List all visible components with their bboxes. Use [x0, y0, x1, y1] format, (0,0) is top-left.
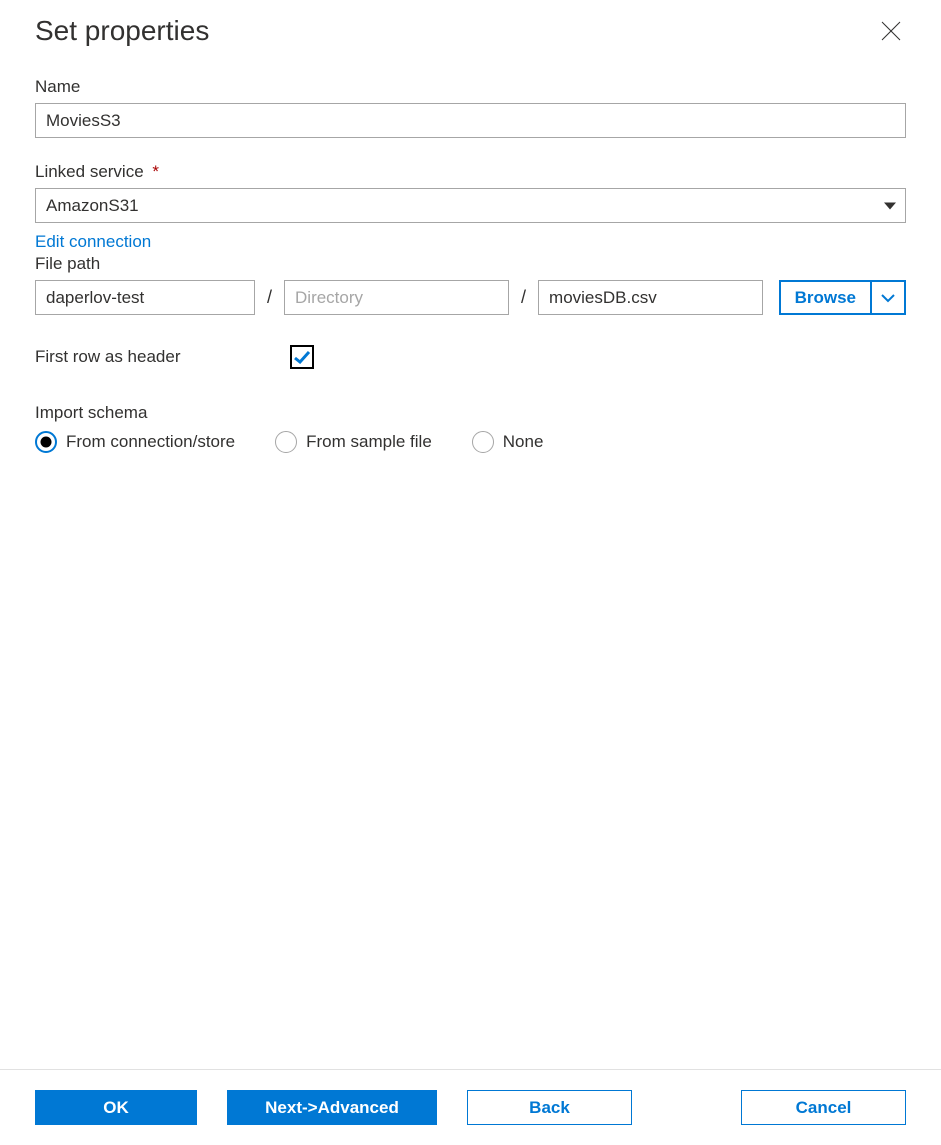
import-schema-radio-none[interactable]: None [472, 431, 544, 453]
import-schema-field: Import schema From connection/store From… [35, 403, 906, 453]
required-star-icon: * [152, 162, 159, 181]
back-button[interactable]: Back [467, 1090, 632, 1125]
file-path-label: File path [35, 254, 906, 274]
first-row-as-header-label: First row as header [35, 347, 290, 367]
radio-icon [472, 431, 494, 453]
checkmark-icon [294, 350, 310, 364]
close-button[interactable] [876, 16, 906, 46]
edit-connection-link[interactable]: Edit connection [35, 232, 151, 252]
footer-bar: OK Next->Advanced Back Cancel [0, 1069, 941, 1145]
linked-service-select[interactable] [35, 188, 906, 223]
file-path-file-input[interactable] [538, 280, 763, 315]
radio-label: From connection/store [66, 432, 235, 452]
page-title: Set properties [35, 15, 209, 47]
radio-icon [275, 431, 297, 453]
radio-label: None [503, 432, 544, 452]
next-advanced-button[interactable]: Next->Advanced [227, 1090, 437, 1125]
import-schema-radio-connection[interactable]: From connection/store [35, 431, 235, 453]
path-separator: / [267, 287, 272, 308]
first-row-as-header-field: First row as header [35, 345, 906, 369]
path-separator: / [521, 287, 526, 308]
linked-service-label-text: Linked service [35, 162, 144, 181]
name-input[interactable] [35, 103, 906, 138]
close-icon [880, 20, 902, 42]
name-label: Name [35, 77, 906, 97]
name-field: Name [35, 77, 906, 138]
panel-header: Set properties [35, 15, 906, 47]
import-schema-label: Import schema [35, 403, 906, 423]
linked-service-select-wrap [35, 188, 906, 223]
set-properties-panel: Set properties Name Linked service * Edi… [0, 0, 941, 1069]
linked-service-label: Linked service * [35, 162, 906, 182]
browse-button[interactable]: Browse [779, 280, 872, 315]
ok-button[interactable]: OK [35, 1090, 197, 1125]
browse-button-group: Browse [779, 280, 906, 315]
file-path-directory-input[interactable] [284, 280, 509, 315]
linked-service-field: Linked service * [35, 162, 906, 223]
radio-label: From sample file [306, 432, 432, 452]
file-path-field: File path / / Browse [35, 254, 906, 315]
cancel-button[interactable]: Cancel [741, 1090, 906, 1125]
file-path-row: / / Browse [35, 280, 906, 315]
file-path-bucket-input[interactable] [35, 280, 255, 315]
import-schema-radio-sample-file[interactable]: From sample file [275, 431, 432, 453]
chevron-down-icon [881, 293, 895, 303]
radio-icon [35, 431, 57, 453]
import-schema-radio-group: From connection/store From sample file N… [35, 431, 906, 453]
first-row-as-header-checkbox[interactable] [290, 345, 314, 369]
browse-dropdown-button[interactable] [872, 280, 906, 315]
